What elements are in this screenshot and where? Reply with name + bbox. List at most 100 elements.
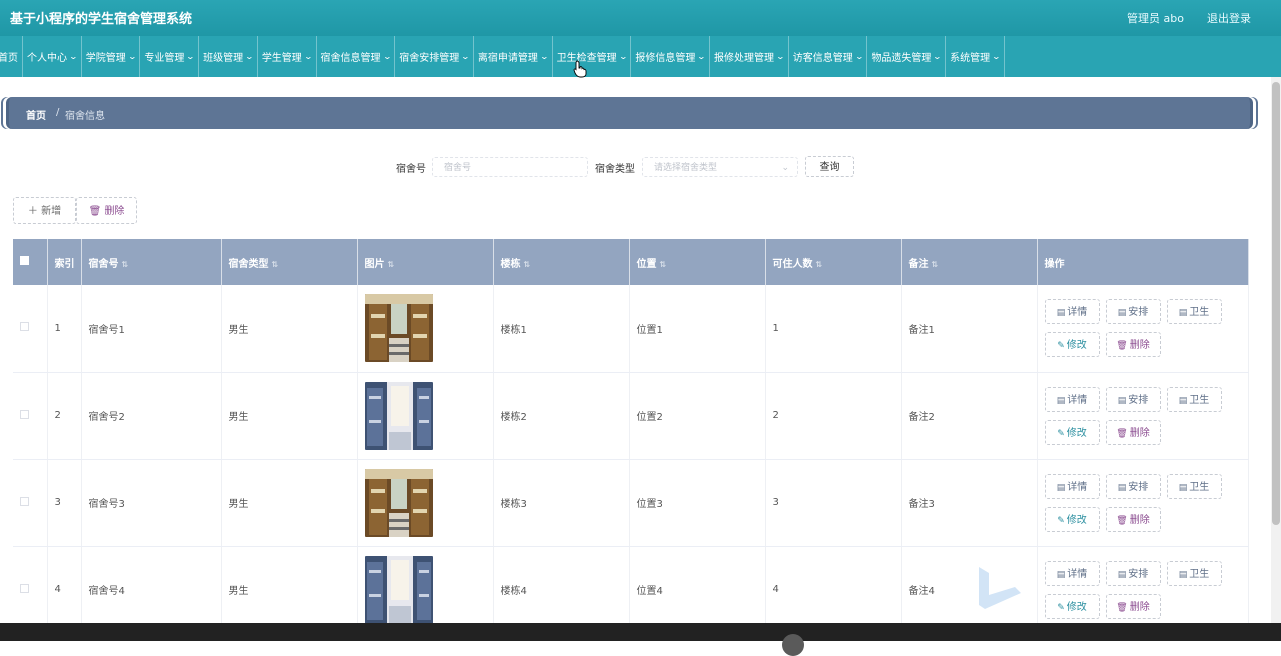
col-building[interactable]: 楼栋 ⇅ [493,239,630,285]
delete-button-label: 删除 [1129,340,1150,352]
nav-item-lost-items[interactable]: 物品遗失管理 ⌄ [867,36,947,77]
chevron-down-icon: ⌄ [618,52,628,61]
select-all-checkbox[interactable] [20,256,29,265]
sort-icon[interactable]: ⇅ [932,260,939,269]
hygiene-button[interactable]: ▤ 卫生 [1166,560,1222,586]
detail-button[interactable]: ▤ 详情 [1044,560,1100,586]
cell-dorm-type: 男生 [221,459,358,547]
cell-actions: ▤ 详情 ▤ 安排 ▤ 卫生 ✎ 修改 🗑 删除 [1037,285,1249,373]
admin-user-label: 管理员 abo [1127,12,1184,25]
col-capacity[interactable]: 可住人数 ⇅ [765,239,902,285]
sort-icon[interactable]: ⇅ [816,260,823,269]
row-checkbox[interactable] [20,409,29,419]
batch-delete-button[interactable]: 🗑 删除 [76,197,137,224]
col-actions: 操作 [1037,239,1249,285]
row-checkbox[interactable] [20,322,29,332]
query-button[interactable]: 查询 [805,156,854,177]
dorm-no-input[interactable]: 宿舍号 [432,157,588,177]
dorm-photo[interactable] [364,468,433,537]
nav-item-dorm-info[interactable]: 宿舍信息管理 ⌄ [317,36,396,77]
arrange-button[interactable]: ▤ 安排 [1105,299,1161,325]
nav-item-major[interactable]: 专业管理 ⌄ [140,36,200,77]
breadcrumb-home-link[interactable]: 首页 [26,107,46,122]
delete-button[interactable]: 🗑 删除 [1105,593,1161,619]
sort-icon[interactable]: ⇅ [122,260,129,269]
col-remark-label: 备注 [908,258,929,270]
nav-item-class[interactable]: 班级管理 ⌄ [199,36,258,77]
edit-button[interactable]: ✎ 修改 [1044,506,1100,532]
cell-image [357,285,494,373]
row-checkbox[interactable] [20,583,29,593]
chevron-down-icon: ⌄ [696,52,707,61]
delete-button[interactable]: 🗑 删除 [1105,419,1161,445]
pencil-icon: ✎ [1057,341,1065,352]
hygiene-button[interactable]: ▤ 卫生 [1166,386,1222,412]
nav-item-home[interactable]: 首页 [0,36,23,77]
col-image[interactable]: 图片 ⇅ [357,239,494,285]
cell-dorm-no: 宿舍号3 [81,459,222,547]
table-header-row: 索引 宿舍号 ⇅ 宿舍类型 ⇅ 图片 ⇅ 楼栋 ⇅ 位置 ⇅ 可住人数 ⇅ 备注 ⇅ 操作 [13,239,1249,285]
dorm-photo[interactable] [364,555,433,624]
col-building-label: 楼栋 [500,258,521,270]
row-select-cell[interactable] [13,285,48,373]
delete-button[interactable]: 🗑 删除 [1105,332,1161,358]
nav-item-personal-center[interactable]: 个人中心 ⌄ [23,36,82,77]
sort-icon[interactable]: ⇅ [388,260,395,269]
col-location-label: 位置 [636,258,657,270]
dorm-type-select[interactable]: 请选择宿舍类型 ⌄ [642,157,798,177]
detail-button[interactable]: ▤ 详情 [1044,299,1100,325]
delete-button[interactable]: 🗑 删除 [1105,506,1161,532]
nav-item-repair-handle[interactable]: 报修处理管理 ⌄ [710,36,789,77]
playback-knob-icon[interactable] [782,634,804,656]
nav-item-system[interactable]: 系统管理 ⌄ [946,36,1005,77]
col-dorm-type-label: 宿舍类型 [228,258,269,270]
hygiene-button[interactable]: ▤ 卫生 [1166,299,1222,325]
edit-button[interactable]: ✎ 修改 [1044,419,1100,445]
nav-item-repair-info[interactable]: 报修信息管理 ⌄ [631,36,711,77]
edit-button-label: 修改 [1066,601,1087,613]
arrange-button[interactable]: ▤ 安排 [1105,386,1161,412]
table-row: 1 宿舍号1 男生 楼栋1 位置1 1 备注1 ▤ 详情 ▤ 安排 ▤ 卫生 ✎… [13,285,1249,373]
sort-icon[interactable]: ⇅ [272,260,279,269]
col-location[interactable]: 位置 ⇅ [629,239,766,285]
row-select-cell[interactable] [13,459,48,547]
nav-item-label: 首页 [0,53,18,64]
row-checkbox[interactable] [20,496,29,506]
edit-button[interactable]: ✎ 修改 [1044,332,1100,358]
arrange-button-label: 安排 [1128,568,1149,580]
top-header: 基于小程序的学生宿舍管理系统 管理员 abo 退出登录 [0,0,1281,36]
detail-button-label: 详情 [1067,394,1088,406]
page-scrollbar-thumb[interactable] [1272,82,1280,525]
detail-button[interactable]: ▤ 详情 [1044,473,1100,499]
cell-actions: ▤ 详情 ▤ 安排 ▤ 卫生 ✎ 修改 🗑 删除 [1037,372,1249,460]
sort-icon[interactable]: ⇅ [660,260,667,269]
breadcrumb-separator: / [56,107,60,118]
cell-dorm-no: 宿舍号1 [81,285,222,373]
nav-item-hygiene-check[interactable]: 卫生检查管理 ⌄ [553,36,632,77]
nav-item-label: 系统管理 [950,53,991,64]
nav-item-student[interactable]: 学生管理 ⌄ [258,36,317,77]
logout-link[interactable]: 退出登录 [1207,10,1251,26]
nav-item-label: 报修处理管理 [714,53,775,64]
row-select-cell[interactable] [13,546,48,634]
chevron-down-icon: ⌄ [775,52,786,61]
sort-icon[interactable]: ⇅ [524,260,531,269]
edit-button[interactable]: ✎ 修改 [1044,593,1100,619]
row-select-cell[interactable] [13,372,48,460]
arrange-button[interactable]: ▤ 安排 [1105,473,1161,499]
arrange-button-label: 安排 [1128,394,1149,406]
dorm-photo[interactable] [364,381,433,450]
nav-item-dorm-arrange[interactable]: 宿舍安排管理 ⌄ [395,36,474,77]
col-dorm-type[interactable]: 宿舍类型 ⇅ [221,239,358,285]
hygiene-button[interactable]: ▤ 卫生 [1166,473,1222,499]
col-dorm-no[interactable]: 宿舍号 ⇅ [81,239,222,285]
select-all-cell[interactable] [13,239,48,285]
col-remark[interactable]: 备注 ⇅ [901,239,1038,285]
nav-item-visitor[interactable]: 访客信息管理 ⌄ [789,36,868,77]
dorm-photo[interactable] [364,294,433,363]
nav-item-college[interactable]: 学院管理 ⌄ [82,36,141,77]
arrange-button[interactable]: ▤ 安排 [1105,560,1161,586]
detail-button[interactable]: ▤ 详情 [1044,386,1100,412]
add-button[interactable]: ＋ 新增 [13,197,76,224]
nav-item-leave-apply[interactable]: 离宿申请管理 ⌄ [474,36,553,77]
